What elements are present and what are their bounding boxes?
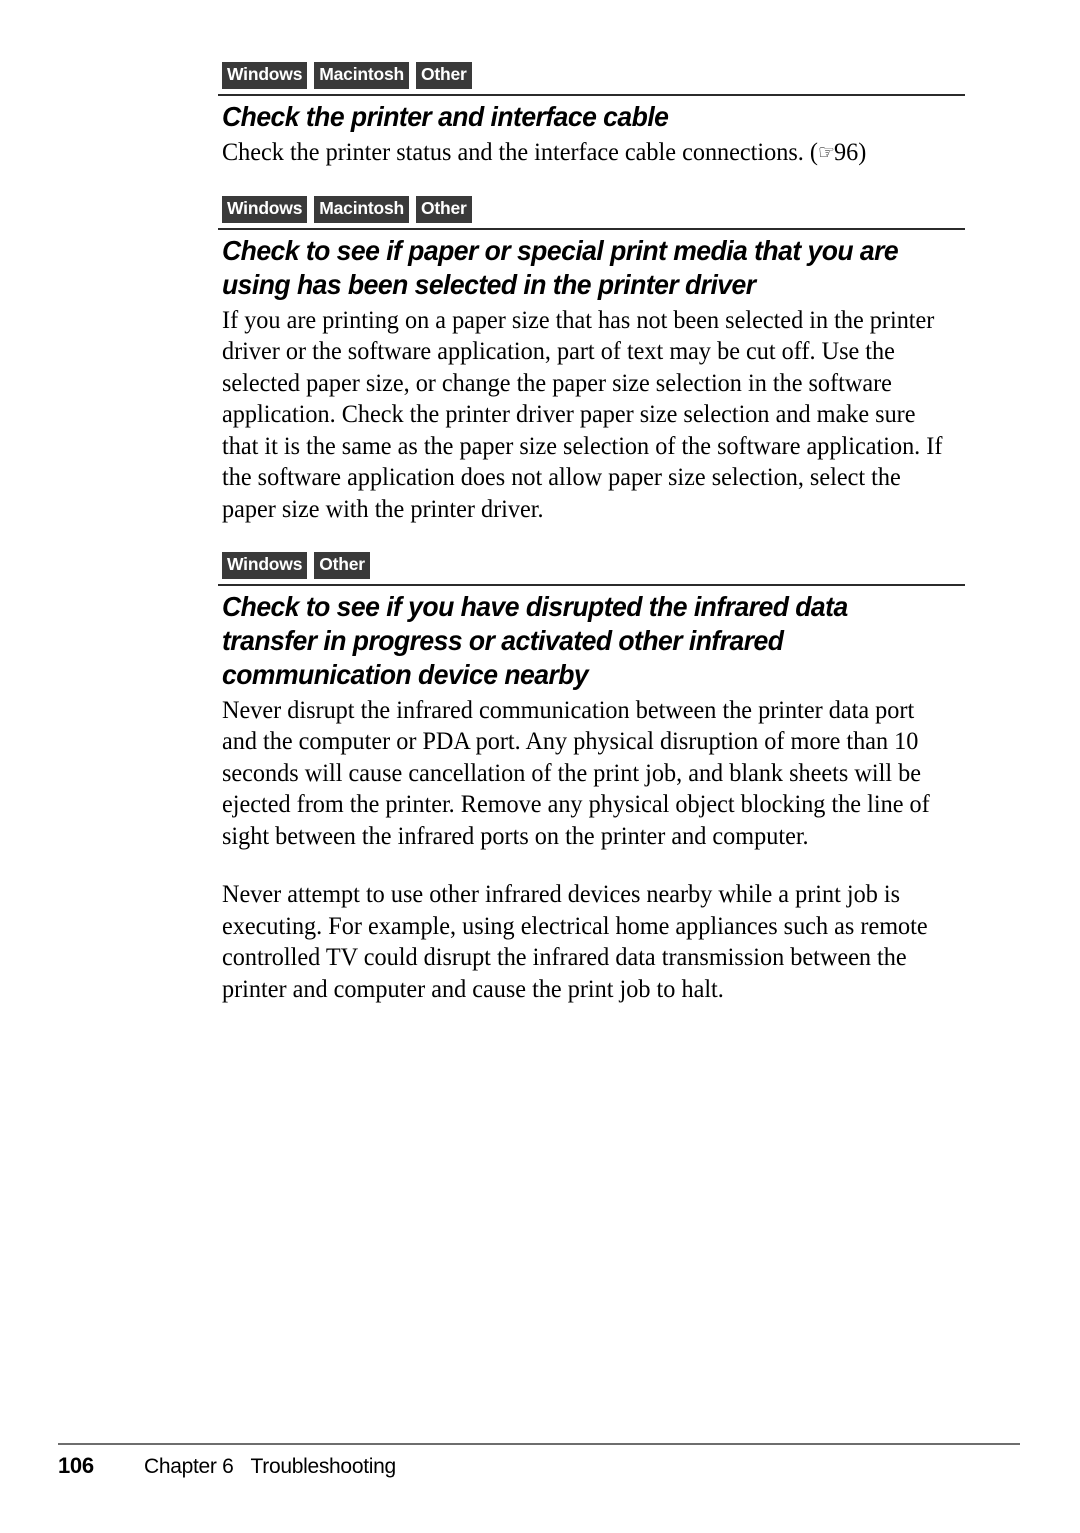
section-paragraph: If you are printing on a paper size that… — [222, 304, 943, 523]
paragraph-text-lead: Check the printer status and the interfa… — [222, 136, 818, 166]
page-content: Windows Macintosh Other Check the printe… — [218, 62, 966, 1004]
os-badge-windows: Windows — [222, 62, 308, 89]
os-badge-row: Windows Other — [222, 552, 966, 579]
os-badge-other: Other — [314, 552, 370, 579]
paragraph-text-trail: ) — [858, 136, 867, 166]
section-paper-media-selection: Windows Macintosh Other Check to see if … — [218, 196, 966, 524]
footer-line: 106 Chapter 6 Troubleshooting — [58, 1453, 1020, 1479]
section-heading: Check the printer and interface cable — [222, 100, 669, 132]
section-divider — [218, 227, 965, 230]
section-heading: Check to see if paper or special print m… — [222, 234, 899, 300]
section-printer-interface-cable: Windows Macintosh Other Check the printe… — [218, 62, 966, 168]
page-reference: 96 — [834, 136, 859, 166]
chapter-label: Chapter 6 — [144, 1455, 234, 1478]
os-badge-row: Windows Macintosh Other — [222, 196, 966, 223]
section-divider — [218, 93, 965, 96]
section-infrared-data-transfer: Windows Other Check to see if you have d… — [218, 552, 966, 1004]
document-page: Windows Macintosh Other Check the printe… — [0, 0, 1080, 1533]
os-badge-other: Other — [416, 62, 472, 89]
os-badge-windows: Windows — [222, 552, 308, 579]
os-badge-windows: Windows — [222, 196, 308, 223]
page-number: 106 — [58, 1453, 94, 1478]
section-heading: Check to see if you have disrupted the i… — [222, 590, 848, 690]
os-badge-row: Windows Macintosh Other — [222, 62, 966, 89]
footer-divider — [58, 1443, 1020, 1445]
section-divider — [218, 583, 965, 586]
pointing-hand-icon: ☞ — [817, 139, 835, 164]
section-paragraph: Never disrupt the infrared communication… — [222, 694, 930, 850]
page-footer: 106 Chapter 6 Troubleshooting — [58, 1443, 1020, 1479]
section-paragraph: Check the printer status and the interfa… — [222, 136, 944, 169]
os-badge-macintosh: Macintosh — [314, 62, 409, 89]
chapter-title: Troubleshooting — [250, 1455, 397, 1478]
os-badge-macintosh: Macintosh — [314, 196, 409, 223]
os-badge-other: Other — [416, 196, 472, 223]
section-paragraph: Never attempt to use other infrared devi… — [222, 879, 928, 1003]
